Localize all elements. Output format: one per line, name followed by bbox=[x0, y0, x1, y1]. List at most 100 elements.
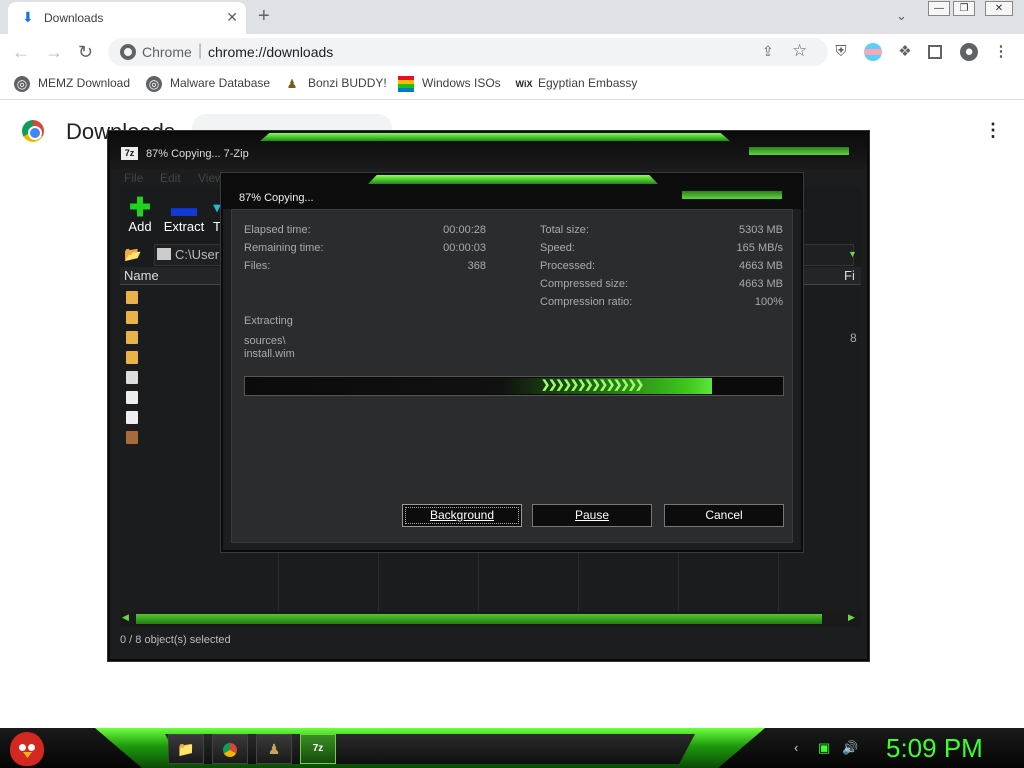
path-dropdown-icon[interactable]: ▼ bbox=[848, 249, 857, 259]
windows-flag-icon bbox=[398, 76, 414, 92]
reload-icon[interactable]: ↻ bbox=[78, 42, 93, 63]
back-arrow-icon[interactable]: ← bbox=[12, 42, 30, 63]
7zip-app-icon: 7z bbox=[121, 147, 138, 160]
file-icon bbox=[126, 391, 138, 404]
grid-line bbox=[278, 553, 279, 611]
bookmark-windows-isos[interactable]: Windows ISOs bbox=[398, 76, 501, 92]
grid-line bbox=[578, 553, 579, 611]
bookmark-malware-database[interactable]: ◎ Malware Database bbox=[146, 76, 270, 92]
bookmarks-bar: ◎ MEMZ Download ◎ Malware Database ♟ Bonzi … bbox=[0, 70, 1024, 100]
tab-downloads[interactable]: ⬇ Downloads ✕ bbox=[8, 2, 246, 34]
column-right[interactable]: Fi bbox=[844, 268, 855, 283]
shield-extension-icon[interactable]: ⛨ bbox=[832, 43, 850, 61]
url-text[interactable]: chrome://downloads bbox=[208, 44, 333, 60]
globe-icon: ◎ bbox=[146, 76, 162, 92]
bookmark-label: MEMZ Download bbox=[38, 76, 131, 91]
side-panel-icon[interactable] bbox=[928, 45, 942, 59]
grid-line bbox=[478, 553, 479, 611]
wix-icon: WiX bbox=[515, 79, 533, 89]
forward-arrow-icon[interactable]: → bbox=[45, 42, 63, 63]
bookmark-star-icon[interactable]: ☆ bbox=[792, 41, 807, 61]
7zip-window-controls[interactable] bbox=[748, 146, 850, 156]
progress-dialog: 87% Copying... Elapsed time: 00:00:28 Re… bbox=[221, 173, 803, 552]
close-tab-icon[interactable]: ✕ bbox=[226, 9, 238, 26]
current-path-line1: sources\ bbox=[244, 335, 286, 347]
7zip-statusbar: 0 / 8 object(s) selected bbox=[120, 631, 861, 651]
close-window-button[interactable]: ✕ bbox=[985, 1, 1013, 16]
speed-value: 165 MB/s bbox=[736, 242, 783, 254]
tray-battery-icon[interactable]: ▣ bbox=[818, 740, 830, 756]
tray-volume-icon[interactable]: 🔊 bbox=[842, 740, 858, 756]
processed-label: Processed: bbox=[540, 260, 596, 272]
address-bar[interactable]: Chrome | chrome://downloads ⇪ ☆ bbox=[108, 38, 828, 66]
dialog-title: 87% Copying... bbox=[239, 192, 314, 204]
bonzi-icon: ♟ bbox=[286, 77, 298, 91]
start-button-angry-bird-icon[interactable] bbox=[10, 732, 44, 766]
new-tab-icon[interactable]: + bbox=[258, 5, 270, 28]
chrome-chip-icon bbox=[120, 44, 136, 60]
bird-beak bbox=[23, 752, 32, 758]
path-text: C:\User bbox=[175, 247, 220, 262]
browser-menu-icon[interactable]: ⋮ bbox=[992, 43, 1010, 61]
processed-value: 4663 MB bbox=[738, 260, 783, 272]
bookmark-label: Egyptian Embassy bbox=[538, 76, 638, 91]
bookmark-memz[interactable]: ◎ MEMZ Download bbox=[14, 76, 130, 92]
grid-line bbox=[778, 553, 779, 611]
dialog-window-controls[interactable] bbox=[681, 190, 783, 200]
taskbar-clock[interactable]: 5:09 PM bbox=[886, 733, 983, 764]
menu-edit[interactable]: Edit bbox=[160, 171, 181, 185]
scrollbar-thumb[interactable] bbox=[136, 614, 822, 624]
site-label: Chrome bbox=[142, 44, 192, 60]
7zip-titlebar: 7z 87% Copying... 7-Zip bbox=[110, 133, 867, 169]
tab-strip: ⬇ Downloads ✕ + ⌄ — ❐ ✕ bbox=[0, 0, 1024, 34]
minimize-button[interactable]: — bbox=[928, 1, 950, 16]
background-button[interactable]: Background bbox=[402, 504, 522, 527]
scroll-left-icon[interactable]: ◀ bbox=[122, 612, 129, 623]
dialog-title-accent bbox=[368, 175, 658, 184]
profile-avatar-icon[interactable]: ● bbox=[960, 43, 978, 61]
page-menu-icon[interactable]: ⋮ bbox=[984, 120, 1002, 141]
extract-button[interactable]: ▬ Extract bbox=[162, 192, 206, 234]
bookmark-label: Malware Database bbox=[170, 76, 271, 91]
file-icon bbox=[126, 411, 138, 424]
bird-eye bbox=[28, 744, 35, 751]
compression-ratio-label: Compression ratio: bbox=[540, 296, 633, 308]
folder-icon bbox=[126, 351, 138, 364]
pause-button[interactable]: Pause bbox=[532, 504, 652, 527]
download-icon: ⬇ bbox=[22, 9, 34, 25]
bookmark-egyptian-embassy[interactable]: WiX Egyptian Embassy bbox=[514, 76, 638, 92]
add-button[interactable]: ✚ Add bbox=[126, 192, 154, 234]
puzzle-extensions-icon[interactable]: ❖ bbox=[896, 43, 914, 61]
minus-icon: ▬ bbox=[171, 192, 197, 222]
title-accent bbox=[260, 133, 730, 141]
horizontal-scrollbar[interactable]: ◀ ▶ bbox=[120, 611, 861, 627]
scroll-right-icon[interactable]: ▶ bbox=[848, 612, 855, 623]
list-cell-value: 8 bbox=[850, 331, 857, 345]
taskbar-bonzi-icon[interactable]: ♟ bbox=[256, 734, 292, 764]
elapsed-time-value: 00:00:28 bbox=[443, 224, 486, 236]
chrome-icon bbox=[223, 743, 237, 758]
current-path-line2: install.wim bbox=[244, 348, 295, 360]
compressed-size-value: 4663 MB bbox=[738, 278, 783, 290]
flag-extension-icon[interactable] bbox=[864, 43, 882, 61]
menu-file[interactable]: File bbox=[124, 171, 143, 185]
folder-up-icon[interactable]: 📂 bbox=[124, 246, 141, 263]
column-name[interactable]: Name bbox=[124, 268, 159, 283]
progress-chevrons: ❯❯❯❯❯❯❯❯❯❯❯❯❯❯ bbox=[541, 379, 644, 391]
taskbar-chrome-icon[interactable] bbox=[212, 734, 248, 764]
tray-chevron-icon[interactable]: ‹ bbox=[794, 740, 798, 755]
plus-icon: ✚ bbox=[129, 192, 151, 222]
compression-ratio-value: 100% bbox=[754, 296, 783, 308]
taskbar-7zip-icon[interactable]: 7z bbox=[300, 734, 336, 764]
bookmark-bonzi-buddy[interactable]: ♟ Bonzi BUDDY! bbox=[284, 76, 387, 92]
menu-view[interactable]: View bbox=[198, 171, 224, 185]
taskbar-folder-icon[interactable]: 📁 bbox=[168, 734, 204, 764]
cancel-button[interactable]: Cancel bbox=[664, 504, 784, 527]
grid-line bbox=[678, 553, 679, 611]
tab-search-chevron-icon[interactable]: ⌄ bbox=[896, 8, 907, 24]
restore-button[interactable]: ❐ bbox=[953, 1, 975, 16]
drive-icon bbox=[157, 248, 171, 260]
share-icon[interactable]: ⇪ bbox=[762, 43, 774, 60]
bookmark-label: Windows ISOs bbox=[422, 76, 501, 91]
extract-button-label: Extract bbox=[163, 219, 205, 234]
